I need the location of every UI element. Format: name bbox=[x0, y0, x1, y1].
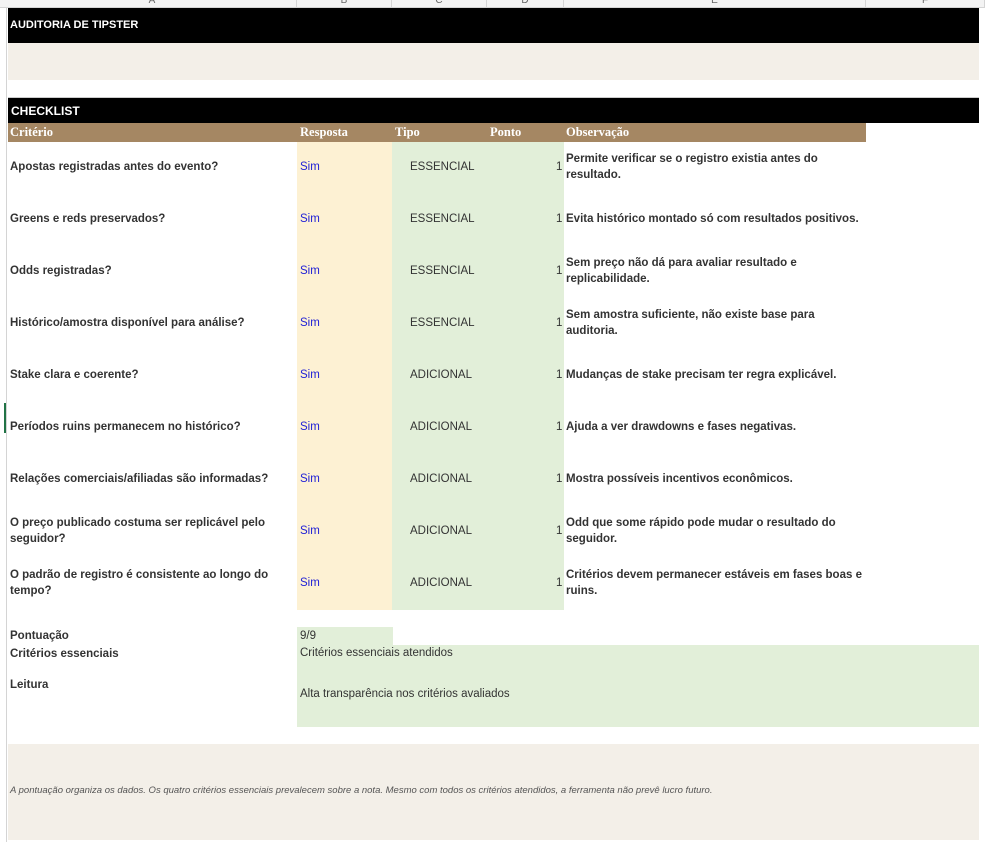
observacao-cell[interactable]: Ajuda a ver drawdowns e fases negativas. bbox=[566, 419, 866, 435]
table-row: Stake clara e coerente? Sim ADICIONAL 1 … bbox=[8, 350, 968, 402]
column-header-e[interactable]: E bbox=[564, 0, 866, 7]
tipo-cell[interactable]: ADICIONAL bbox=[410, 421, 472, 433]
resposta-cell[interactable]: Sim bbox=[300, 265, 320, 277]
table-row: O padrão de registro é consistente ao lo… bbox=[8, 558, 968, 610]
summary-values-block: Critérios essenciais atendidos Alta tran… bbox=[297, 645, 979, 727]
tipo-cell[interactable]: ESSENCIAL bbox=[410, 161, 475, 173]
observacao-cell[interactable]: Sem amostra suficiente, não existe base … bbox=[566, 307, 866, 339]
header-ponto: Ponto bbox=[490, 125, 522, 139]
criterio-cell[interactable]: Histórico/amostra disponível para anális… bbox=[10, 315, 295, 331]
criterio-cell[interactable]: Períodos ruins permanecem no histórico? bbox=[10, 419, 295, 435]
ponto-cell[interactable]: 1 bbox=[556, 421, 562, 433]
ponto-cell[interactable]: 1 bbox=[556, 265, 562, 277]
header-tipo: Tipo bbox=[395, 125, 420, 139]
observacao-cell[interactable]: Critérios devem permanecer estáveis em f… bbox=[566, 567, 866, 599]
criterios-essenciais-label: Critérios essenciais bbox=[10, 648, 119, 660]
title-spacer-band bbox=[8, 43, 979, 80]
checklist-heading: CHECKLIST bbox=[8, 97, 979, 123]
criterio-cell[interactable]: O padrão de registro é consistente ao lo… bbox=[10, 567, 295, 599]
resposta-cell[interactable]: Sim bbox=[300, 577, 320, 589]
row-header-gutter[interactable] bbox=[0, 8, 7, 842]
header-observacao: Observação bbox=[566, 125, 630, 139]
header-criterio: Critério bbox=[10, 125, 54, 139]
tipo-cell[interactable]: ESSENCIAL bbox=[410, 213, 475, 225]
column-header-f[interactable]: F bbox=[866, 0, 985, 7]
table-row: Períodos ruins permanecem no histórico? … bbox=[8, 402, 968, 454]
criterio-cell[interactable]: Greens e reds preservados? bbox=[10, 211, 295, 227]
criterio-cell[interactable]: Stake clara e coerente? bbox=[10, 367, 295, 383]
ponto-cell[interactable]: 1 bbox=[556, 525, 562, 537]
tipo-cell[interactable]: ESSENCIAL bbox=[410, 317, 475, 329]
pontuacao-label: Pontuação bbox=[10, 630, 69, 642]
header-resposta: Resposta bbox=[300, 125, 348, 139]
footer-band: A pontuação organiza os dados. Os quatro… bbox=[8, 744, 979, 840]
criterio-cell[interactable]: Odds registradas? bbox=[10, 263, 295, 279]
criterio-cell[interactable]: Apostas registradas antes do evento? bbox=[10, 159, 295, 175]
table-row: Apostas registradas antes do evento? Sim… bbox=[8, 142, 968, 194]
tipo-cell[interactable]: ADICIONAL bbox=[410, 473, 472, 485]
criterio-cell[interactable]: Relações comerciais/afiliadas são inform… bbox=[10, 471, 295, 487]
tipo-cell[interactable]: ESSENCIAL bbox=[410, 265, 475, 277]
footer-note[interactable]: A pontuação organiza os dados. Os quatro… bbox=[10, 785, 713, 796]
ponto-cell[interactable]: 1 bbox=[556, 369, 562, 381]
column-header-b[interactable]: B bbox=[297, 0, 392, 7]
observacao-cell[interactable]: Permite verificar se o registro existia … bbox=[566, 151, 866, 183]
ponto-cell[interactable]: 1 bbox=[556, 577, 562, 589]
column-header-strip: A B C D E F bbox=[0, 0, 985, 8]
selected-row-indicator bbox=[0, 403, 6, 433]
pontuacao-value[interactable]: 9/9 bbox=[297, 627, 393, 645]
column-header-a[interactable]: A bbox=[8, 0, 297, 7]
resposta-cell[interactable]: Sim bbox=[300, 421, 320, 433]
resposta-cell[interactable]: Sim bbox=[300, 317, 320, 329]
tipo-cell[interactable]: ADICIONAL bbox=[410, 369, 472, 381]
resposta-cell[interactable]: Sim bbox=[300, 525, 320, 537]
table-header-row: Critério Resposta Tipo Ponto Observação bbox=[8, 123, 866, 142]
observacao-cell[interactable]: Evita histórico montado só com resultado… bbox=[566, 211, 866, 227]
table-row: Odds registradas? Sim ESSENCIAL 1 Sem pr… bbox=[8, 246, 968, 298]
resposta-cell[interactable]: Sim bbox=[300, 213, 320, 225]
ponto-cell[interactable]: 1 bbox=[556, 213, 562, 225]
column-header-d[interactable]: D bbox=[487, 0, 564, 7]
ponto-cell[interactable]: 1 bbox=[556, 317, 562, 329]
table-row: Greens e reds preservados? Sim ESSENCIAL… bbox=[8, 194, 968, 246]
tipo-cell[interactable]: ADICIONAL bbox=[410, 525, 472, 537]
resposta-cell[interactable]: Sim bbox=[300, 473, 320, 485]
column-header-c[interactable]: C bbox=[392, 0, 487, 7]
observacao-cell[interactable]: Sem preço não dá para avaliar resultado … bbox=[566, 255, 866, 287]
page-title: AUDITORIA DE TIPSTER bbox=[8, 8, 979, 43]
table-row: Relações comerciais/afiliadas são inform… bbox=[8, 454, 968, 506]
ponto-cell[interactable]: 1 bbox=[556, 161, 562, 173]
tipo-cell[interactable]: ADICIONAL bbox=[410, 577, 472, 589]
resposta-cell[interactable]: Sim bbox=[300, 161, 320, 173]
observacao-cell[interactable]: Mudanças de stake precisam ter regra exp… bbox=[566, 367, 866, 383]
resposta-cell[interactable]: Sim bbox=[300, 369, 320, 381]
criterios-essenciais-value[interactable]: Critérios essenciais atendidos bbox=[300, 647, 453, 659]
ponto-cell[interactable]: 1 bbox=[556, 473, 562, 485]
leitura-label: Leitura bbox=[10, 679, 49, 691]
criterio-cell[interactable]: O preço publicado costuma ser replicável… bbox=[10, 515, 295, 547]
observacao-cell[interactable]: Odd que some rápido pode mudar o resulta… bbox=[566, 515, 866, 547]
observacao-cell[interactable]: Mostra possíveis incentivos econômicos. bbox=[566, 471, 866, 487]
table-row: O preço publicado costuma ser replicável… bbox=[8, 506, 968, 558]
table-row: Histórico/amostra disponível para anális… bbox=[8, 298, 968, 350]
leitura-value[interactable]: Alta transparência nos critérios avaliad… bbox=[300, 688, 510, 700]
